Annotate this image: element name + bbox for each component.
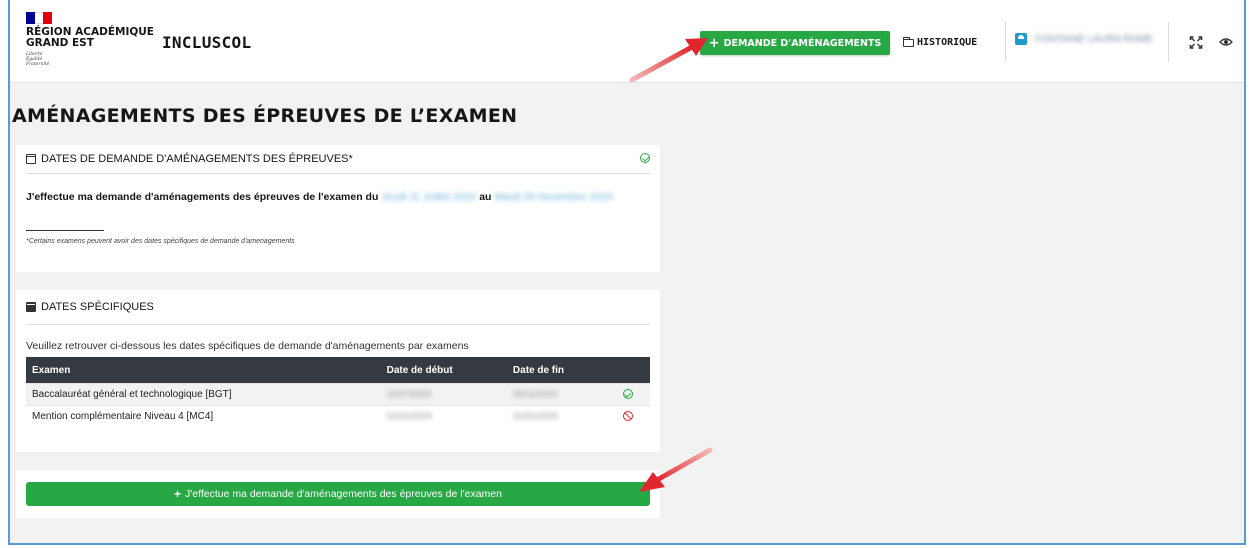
- column-header-status: [618, 357, 650, 384]
- column-header-examen[interactable]: Examen: [26, 357, 381, 384]
- start-date: 11/07/2024: [380, 383, 507, 406]
- folder-icon: [903, 36, 914, 47]
- submit-demande-label: J'effectue ma demande d'aménagements des…: [185, 488, 502, 500]
- ban-icon: [622, 411, 633, 421]
- dates-card: DATES DE DEMANDE D'AMÉNAGEMENTS DES ÉPRE…: [16, 145, 660, 272]
- plus-icon: +: [174, 487, 182, 501]
- table-header-row: Examen Date de début Date de fin: [26, 357, 650, 384]
- ministry-logo: RÉGION ACADÉMIQUE GRAND EST Liberté Égal…: [26, 12, 154, 67]
- historique-label: HISTORIQUE: [917, 37, 978, 48]
- republic-motto: Liberté Égalité Fraternité: [26, 52, 50, 67]
- check-circle-icon: [640, 153, 650, 163]
- app-window: RÉGION ACADÉMIQUE GRAND EST Liberté Égal…: [8, 0, 1246, 545]
- dates-sentence: J'effectue ma demande d'aménagements des…: [26, 188, 650, 207]
- user-menu[interactable]: FONTAINE LAURA ROME: [1015, 33, 1153, 45]
- specific-intro: Veuillez retrouver ci-dessous les dates …: [26, 340, 469, 352]
- status-cell: [618, 405, 650, 427]
- submit-demande-button[interactable]: + J'effectue ma demande d'aménagements d…: [26, 482, 650, 506]
- fullscreen-icon[interactable]: [1188, 36, 1204, 49]
- table-row: Mention complémentaire Niveau 4 [MC4] 02…: [26, 405, 650, 427]
- footnote-divider: [26, 230, 104, 231]
- annotation-arrow: [629, 38, 708, 83]
- date-end: Mardi 05 Novembre 2024: [494, 191, 613, 203]
- column-header-date-debut[interactable]: Date de début: [380, 357, 507, 384]
- flag-icon: [26, 12, 52, 24]
- check-circle-icon: [622, 389, 633, 399]
- exam-name: Baccalauréat général et technologique [B…: [26, 383, 381, 406]
- calendar-icon: [26, 302, 36, 312]
- table-row: Baccalauréat général et technologique [B…: [26, 383, 650, 406]
- demande-amenagements-button[interactable]: + DEMANDE D'AMÉNAGEMENTS: [700, 31, 890, 55]
- divider: [1168, 22, 1169, 62]
- user-name: FONTAINE LAURA ROME: [1035, 33, 1154, 45]
- date-start: Jeudi 11 Juillet 2024: [381, 191, 477, 203]
- eye-icon[interactable]: [1218, 37, 1234, 47]
- footnote: *Certains examens peuvent avoir des date…: [26, 238, 295, 245]
- top-bar: RÉGION ACADÉMIQUE GRAND EST Liberté Égal…: [10, 0, 1244, 83]
- dates-card-header: DATES DE DEMANDE D'AMÉNAGEMENTS DES ÉPRE…: [26, 145, 650, 174]
- page-title: AMÉNAGEMENTS DES ÉPREUVES DE L’EXAMEN: [12, 105, 518, 127]
- specific-card-title: DATES SPÉCIFIQUES: [41, 301, 154, 313]
- app-title[interactable]: INCLUSCOL: [162, 33, 251, 52]
- sentence-connector: au: [479, 191, 492, 203]
- specific-dates-card: DATES SPÉCIFIQUES Veuillez retrouver ci-…: [16, 290, 660, 452]
- demande-button-label: DEMANDE D'AMÉNAGEMENTS: [723, 37, 882, 49]
- end-date: 05/11/2024: [506, 383, 619, 406]
- divider: [1005, 22, 1006, 62]
- dates-card-title: DATES DE DEMANDE D'AMÉNAGEMENTS DES ÉPRE…: [41, 153, 353, 165]
- annotation-arrow: [639, 447, 713, 492]
- end-date: 31/01/2025: [506, 405, 619, 427]
- historique-link[interactable]: HISTORIQUE: [903, 36, 978, 48]
- calendar-icon: [26, 154, 36, 164]
- column-header-date-fin[interactable]: Date de fin: [506, 357, 619, 384]
- region-name: RÉGION ACADÉMIQUE GRAND EST: [26, 26, 154, 49]
- sentence-text: J'effectue ma demande d'aménagements des…: [26, 191, 379, 203]
- specific-card-header: DATES SPÉCIFIQUES: [26, 290, 650, 325]
- user-icon: [1015, 33, 1027, 45]
- start-date: 02/12/2024: [380, 405, 507, 427]
- specific-dates-table: Examen Date de début Date de fin Baccala…: [26, 357, 650, 427]
- cta-card: + J'effectue ma demande d'aménagements d…: [16, 470, 660, 518]
- exam-name: Mention complémentaire Niveau 4 [MC4]: [26, 405, 381, 427]
- status-cell: [618, 383, 650, 406]
